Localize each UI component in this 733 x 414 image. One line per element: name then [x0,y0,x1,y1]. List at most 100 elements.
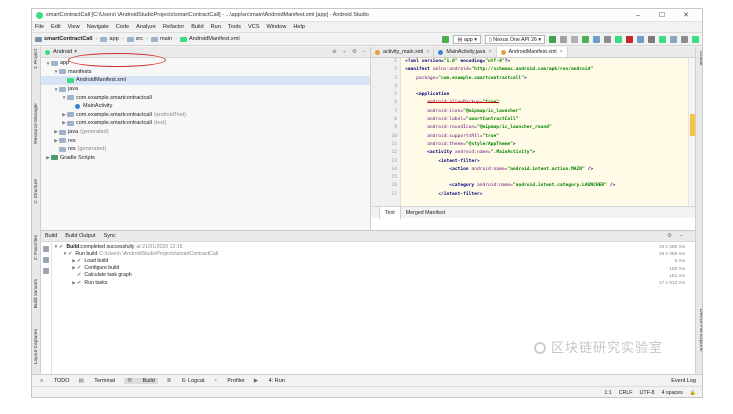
tool-window-run[interactable]: ▶ 4: Run [254,378,285,384]
close-icon[interactable]: × [426,49,429,55]
project-structure-icon[interactable] [670,35,677,43]
sync-icon[interactable]: ⊕ [332,49,337,55]
tab-text[interactable]: Text [379,206,401,219]
tree-node[interactable]: ▼ manifests [41,68,370,77]
build-row[interactable]: ▼ ✔ Build: completed successfully at 21/01/… [53,243,683,250]
editor-tab[interactable]: MainActivity.java × [434,47,497,57]
tree-node[interactable]: AndroidManifest.xml [41,76,370,85]
favorites-tool-tab[interactable]: 2: Favorites [34,235,39,260]
code-line[interactable]: android:allowBackup="true" [401,99,688,107]
android-icon[interactable] [692,35,699,43]
status-item[interactable]: CRLF [619,390,633,396]
structure-tool-tab[interactable]: 2: Structure [34,179,39,204]
run-config-select[interactable]: ▤ app ▾ [453,34,481,44]
stop-icon[interactable] [626,35,633,43]
menu-item-file[interactable]: File [35,24,44,30]
tab-sync[interactable]: Sync [104,233,116,239]
editor-tab[interactable]: activity_main.xml × [371,47,435,57]
code-line[interactable]: package="com.example.smartcontractcall"> [401,75,688,83]
project-tool-tab[interactable]: 1: Project [34,49,39,69]
apply-code-icon[interactable] [571,35,578,43]
code-line[interactable] [401,83,688,91]
tool-window-logcat[interactable]: ≣ 6: Logcat [167,378,205,384]
tab-build-output[interactable]: Build Output [65,233,95,239]
tree-node[interactable]: MainActivity [41,102,370,111]
toggle-view-icon[interactable] [43,257,49,263]
minimize-button[interactable]: – [626,12,650,19]
editor-tab[interactable]: AndroidManifest.xml × [496,47,568,57]
tool-window-profiler[interactable]: ◔ Profiler [214,378,245,384]
menu-item-edit[interactable]: Edit [51,24,61,30]
menu-item-view[interactable]: View [68,24,80,30]
project-view-select[interactable]: Android [53,49,72,55]
code-line[interactable] [401,174,688,182]
code-line[interactable]: android:label="smartContractCall" [401,116,688,124]
gradle-tool-tab[interactable]: Gradle [698,51,702,65]
breadcrumb-item[interactable]: app [109,36,118,42]
status-item[interactable]: UTF-8 [640,390,655,396]
pin-icon[interactable] [43,268,49,274]
event-log-button[interactable]: Event Log [671,378,696,384]
menu-item-vcs[interactable]: VCS [248,24,260,30]
lock-icon[interactable]: 🔒 [690,390,696,396]
debug-icon[interactable] [582,35,589,43]
code-line[interactable]: android:theme="@style/AppTheme"> [401,141,688,149]
code-line[interactable]: android:roundIcon="@mipmap/ic_launcher_r… [401,124,688,132]
layout-inspector-icon[interactable] [659,35,666,43]
apply-changes-icon[interactable] [560,35,567,43]
code-line[interactable]: android:icon="@mipmap/ic_launcher" [401,108,688,116]
tool-window-todo[interactable]: ≡ TODO [40,378,70,384]
code-line[interactable]: <activity android:name=".MainActivity"> [401,149,688,157]
menu-item-navigate[interactable]: Navigate [87,24,109,30]
tool-window-terminal[interactable]: ▤ Terminal [79,378,116,384]
layout-captures-tool-tab[interactable]: Layout Captures [34,329,39,364]
status-item[interactable]: 4 spaces [662,390,683,396]
code-line[interactable]: <application [401,91,688,99]
collapse-icon[interactable]: ÷ [343,49,346,55]
hide-icon[interactable]: – [363,49,366,55]
build-row[interactable]: ▼ ✔ Run build C:\Users\ \AndroidStudioProje… [53,250,683,257]
breadcrumb-item[interactable]: src [136,36,143,42]
attach-debugger-icon[interactable] [604,35,611,43]
tree-node[interactable]: ▶ com.example.smartcontractcall (test) [41,119,370,128]
maximize-button[interactable]: ☐ [650,11,674,19]
close-icon[interactable]: × [560,49,563,55]
menu-item-tools[interactable]: Tools [228,24,241,30]
menu-item-refactor[interactable]: Refactor [163,24,184,30]
gear-icon[interactable]: ⚙ [352,49,357,55]
rerun-icon[interactable] [43,246,49,252]
resource-manager-tool-tab[interactable]: Resource Manager [34,103,39,144]
tree-node[interactable]: ▶ res [41,136,370,145]
hide-icon[interactable]: – [680,233,683,239]
build-row[interactable]: ▶ ✔ Configure build [53,265,683,272]
breadcrumb-item[interactable]: main [160,36,172,42]
code-area[interactable]: <?xml version="1.0" encoding="utf-8"?> <m… [401,58,688,206]
tree-node[interactable]: ▶ Gradle Scripts [41,154,370,163]
menu-item-analyze[interactable]: Analyze [136,24,156,30]
run-icon[interactable] [549,35,556,43]
menu-item-help[interactable]: Help [293,24,305,30]
tree-node[interactable]: res (generated) [41,145,370,154]
close-button[interactable]: ✕ [674,11,698,19]
menu-item-build[interactable]: Build [191,24,203,30]
build-variants-tool-tab[interactable]: Build Variants [34,279,39,308]
code-line[interactable]: </intent-filter> [401,191,688,199]
build-row[interactable]: ▶ ✔ Load build [53,257,683,264]
build-row[interactable]: ▶ ✔ Run tasks [53,279,683,286]
tool-window-build[interactable]: ⚒ Build [124,377,158,384]
code-line[interactable]: android:supportsRtl="true" [401,133,688,141]
sync-gradle-icon[interactable] [637,35,644,43]
build-row[interactable]: ✔ Calculate task graph [53,272,683,279]
hammer-icon[interactable] [442,35,450,43]
breadcrumb-item[interactable]: AndroidManifest.xml [189,36,240,42]
gear-icon[interactable]: ⚙ [667,233,672,239]
breadcrumb-item[interactable]: smartContractCall [44,36,93,42]
code-line[interactable]: <action android:name="android.intent.act… [401,166,688,174]
tree-node[interactable]: ▼ java [41,85,370,94]
menu-item-window[interactable]: Window [266,24,286,30]
code-line[interactable]: <manifest xmlns:android="http://schemas.… [401,66,688,74]
tree-node[interactable]: ▶ com.example.smartcontractcall (androidTe… [41,111,370,120]
avd-manager-icon[interactable] [648,35,655,43]
tree-node[interactable]: ▼ com.example.smartcontractcall [41,93,370,102]
tree-node[interactable]: ▶ java (generated) [41,128,370,137]
